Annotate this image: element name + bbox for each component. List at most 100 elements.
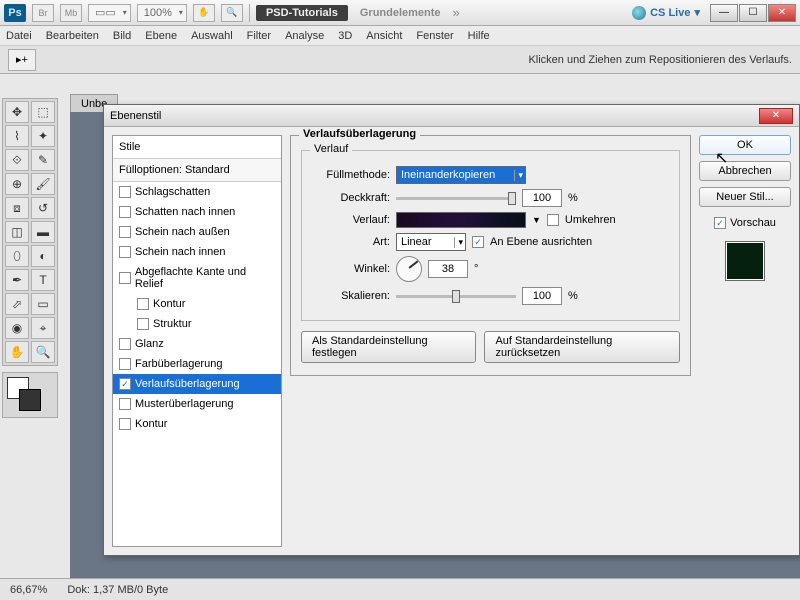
opacity-label: Deckkraft: bbox=[312, 192, 390, 204]
opacity-input[interactable] bbox=[522, 189, 562, 207]
settings-panel: Verlaufsüberlagerung Verlauf Füllmethode… bbox=[290, 135, 691, 547]
menu-filter[interactable]: Filter bbox=[247, 30, 271, 42]
minimize-button[interactable]: — bbox=[710, 4, 738, 22]
style-item-schatten-nach-innen[interactable]: Schatten nach innen bbox=[113, 202, 281, 222]
zoom-dropdown[interactable]: 100% bbox=[137, 4, 187, 22]
color-swatches[interactable] bbox=[2, 372, 58, 418]
reset-default-button[interactable]: Auf Standardeinstellung zurücksetzen bbox=[484, 331, 680, 363]
style-item-label: Schlagschatten bbox=[135, 186, 210, 198]
checkbox-icon[interactable] bbox=[119, 358, 131, 370]
ok-button[interactable]: OK bbox=[699, 135, 791, 155]
checkbox-icon[interactable]: ✓ bbox=[119, 378, 131, 390]
crop-tool[interactable]: ⟐ bbox=[5, 149, 29, 171]
style-item-muster-berlagerung[interactable]: Musterüberlagerung bbox=[113, 394, 281, 414]
close-button[interactable]: ✕ bbox=[768, 4, 796, 22]
checkbox-icon[interactable] bbox=[119, 206, 131, 218]
dialog-titlebar[interactable]: Ebenenstil ✕ bbox=[104, 105, 799, 127]
move-tool-icon[interactable]: ▸+ bbox=[8, 49, 36, 71]
menu-fenster[interactable]: Fenster bbox=[416, 30, 453, 42]
hand-tool[interactable]: ✋ bbox=[5, 341, 29, 363]
checkbox-icon[interactable] bbox=[119, 186, 131, 198]
gradient-tool[interactable]: ▬ bbox=[31, 221, 55, 243]
cslive-menu[interactable]: CS Live ▾ bbox=[628, 6, 704, 20]
status-zoom[interactable]: 66,67% bbox=[10, 584, 47, 596]
hand-tool-icon[interactable]: ✋ bbox=[193, 4, 215, 22]
shape-tool[interactable]: ▭ bbox=[31, 293, 55, 315]
eyedropper-tool[interactable]: ✎ bbox=[31, 149, 55, 171]
history-brush-tool[interactable]: ↺ bbox=[31, 197, 55, 219]
styles-heading[interactable]: Stile bbox=[113, 136, 281, 159]
menu-ebene[interactable]: Ebene bbox=[145, 30, 177, 42]
menu-hilfe[interactable]: Hilfe bbox=[468, 30, 490, 42]
style-item-glanz[interactable]: Glanz bbox=[113, 334, 281, 354]
checkbox-icon[interactable] bbox=[119, 398, 131, 410]
align-checkbox[interactable]: ✓ bbox=[472, 236, 484, 248]
camera-tool[interactable]: ⌖ bbox=[31, 317, 55, 339]
checkbox-icon[interactable] bbox=[119, 418, 131, 430]
style-item-schlagschatten[interactable]: Schlagschatten bbox=[113, 182, 281, 202]
zoom-tool[interactable]: 🔍 bbox=[31, 341, 55, 363]
path-tool[interactable]: ⬀ bbox=[5, 293, 29, 315]
checkbox-icon[interactable] bbox=[119, 246, 131, 258]
minibridge-button[interactable]: Mb bbox=[60, 4, 82, 22]
marquee-tool[interactable]: ⬚ bbox=[31, 101, 55, 123]
style-item-struktur[interactable]: Struktur bbox=[113, 314, 281, 334]
dialog-close-button[interactable]: ✕ bbox=[759, 108, 793, 124]
style-item-schein-nach-innen[interactable]: Schein nach innen bbox=[113, 242, 281, 262]
checkbox-icon[interactable] bbox=[137, 298, 149, 310]
angle-input[interactable] bbox=[428, 260, 468, 278]
new-style-button[interactable]: Neuer Stil... bbox=[699, 187, 791, 207]
set-default-button[interactable]: Als Standardeinstellung festlegen bbox=[301, 331, 476, 363]
blend-mode-select[interactable]: Ineinanderkopieren bbox=[396, 166, 526, 184]
dodge-tool[interactable]: ◐ bbox=[31, 245, 55, 267]
maximize-button[interactable]: ☐ bbox=[739, 4, 767, 22]
3d-tool[interactable]: ◉ bbox=[5, 317, 29, 339]
reverse-checkbox[interactable] bbox=[547, 214, 559, 226]
background-color[interactable] bbox=[19, 389, 41, 411]
checkbox-icon[interactable] bbox=[119, 338, 131, 350]
scale-input[interactable] bbox=[522, 287, 562, 305]
workspace-pill[interactable]: PSD-Tutorials bbox=[256, 5, 348, 21]
scale-slider[interactable] bbox=[396, 295, 516, 298]
brush-tool[interactable]: 🖌 bbox=[31, 173, 55, 195]
heal-tool[interactable]: ⊕ bbox=[5, 173, 29, 195]
menu-ansicht[interactable]: Ansicht bbox=[366, 30, 402, 42]
workspace-essentials[interactable]: Grundelemente bbox=[354, 5, 447, 21]
checkbox-icon[interactable] bbox=[119, 226, 131, 238]
style-item-kontur[interactable]: Kontur bbox=[113, 414, 281, 434]
type-tool[interactable]: T bbox=[31, 269, 55, 291]
eraser-tool[interactable]: ◫ bbox=[5, 221, 29, 243]
style-item-verlaufs-berlagerung[interactable]: ✓Verlaufsüberlagerung bbox=[113, 374, 281, 394]
menu-auswahl[interactable]: Auswahl bbox=[191, 30, 233, 42]
zoom-tool-icon[interactable]: 🔍 bbox=[221, 4, 243, 22]
style-item-abgeflachte-kante-und-relief[interactable]: Abgeflachte Kante und Relief bbox=[113, 262, 281, 294]
menu-analyse[interactable]: Analyse bbox=[285, 30, 324, 42]
angle-dial[interactable] bbox=[396, 256, 422, 282]
arrange-dropdown[interactable]: ▭▭ bbox=[88, 4, 131, 22]
align-label: An Ebene ausrichten bbox=[490, 236, 592, 248]
preview-checkbox[interactable]: ✓ bbox=[714, 217, 726, 229]
checkbox-icon[interactable] bbox=[137, 318, 149, 330]
blur-tool[interactable]: ⬯ bbox=[5, 245, 29, 267]
gradient-picker[interactable] bbox=[396, 212, 526, 228]
stamp-tool[interactable]: ⧈ bbox=[5, 197, 29, 219]
menu-3d[interactable]: 3D bbox=[338, 30, 352, 42]
menu-datei[interactable]: Datei bbox=[6, 30, 32, 42]
move-tool[interactable]: ✥ bbox=[5, 101, 29, 123]
opacity-slider[interactable] bbox=[396, 197, 516, 200]
lasso-tool[interactable]: ⌇ bbox=[5, 125, 29, 147]
style-item-kontur[interactable]: Kontur bbox=[113, 294, 281, 314]
fill-options[interactable]: Fülloptionen: Standard bbox=[113, 159, 281, 182]
chevron-right-icon[interactable]: » bbox=[453, 5, 460, 20]
checkbox-icon[interactable] bbox=[119, 272, 131, 284]
style-item-schein-nach-au-en[interactable]: Schein nach außen bbox=[113, 222, 281, 242]
bridge-button[interactable]: Br bbox=[32, 4, 54, 22]
cancel-button[interactable]: Abbrechen bbox=[699, 161, 791, 181]
status-doc[interactable]: Dok: 1,37 MB/0 Byte bbox=[67, 584, 168, 596]
wand-tool[interactable]: ✦ bbox=[31, 125, 55, 147]
pen-tool[interactable]: ✒ bbox=[5, 269, 29, 291]
gradient-style-select[interactable]: Linear bbox=[396, 233, 466, 251]
menu-bild[interactable]: Bild bbox=[113, 30, 131, 42]
menu-bearbeiten[interactable]: Bearbeiten bbox=[46, 30, 99, 42]
style-item-farb-berlagerung[interactable]: Farbüberlagerung bbox=[113, 354, 281, 374]
